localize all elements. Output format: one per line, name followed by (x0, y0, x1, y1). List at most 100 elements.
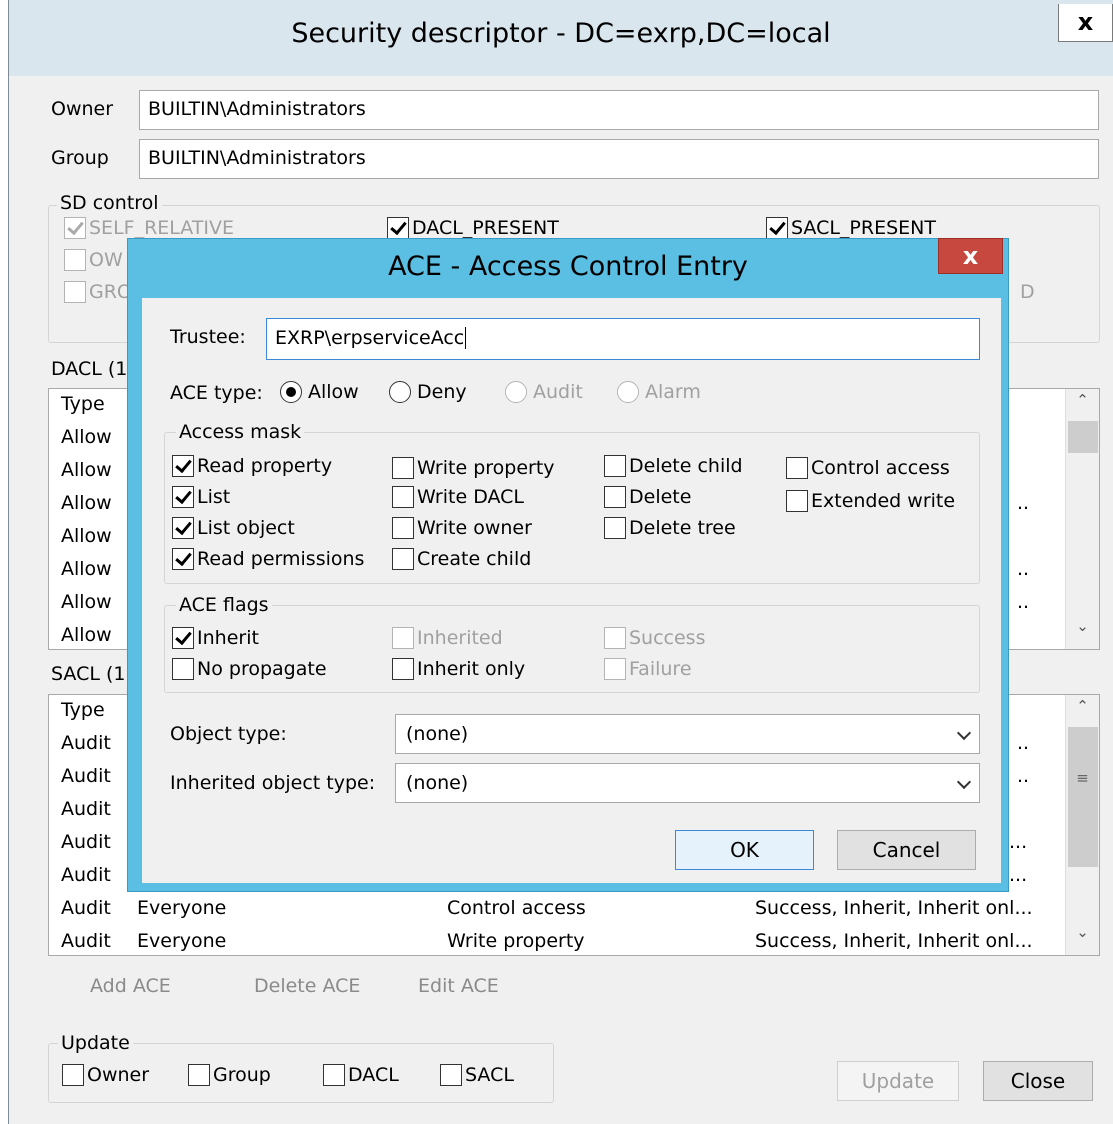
checkbox-label: Inherited (417, 627, 503, 649)
checkbox-label: Inherit only (417, 658, 526, 680)
checkbox-label: Delete child (629, 455, 743, 477)
trustee-input[interactable]: EXRP\erpserviceAcc (266, 318, 980, 360)
mask-delete-child-checkbox[interactable]: Delete child (604, 455, 743, 477)
flag-no-propagate-checkbox[interactable]: No propagate (172, 658, 327, 680)
checkbox-box[interactable] (604, 455, 626, 477)
mask-extended-write-checkbox[interactable]: Extended write (786, 490, 955, 512)
checkbox-box[interactable] (392, 517, 414, 539)
mask-delete-checkbox[interactable]: Delete (604, 486, 691, 508)
object-type-label: Object type: (170, 723, 287, 745)
scroll-down-icon[interactable]: ⌄ (1066, 923, 1099, 953)
scroll-up-icon[interactable]: ⌃ (1066, 697, 1099, 727)
flag-inherit-checkbox[interactable]: Inherit (172, 627, 259, 649)
radio-circle (505, 381, 527, 403)
checkbox-label: Create child (417, 548, 532, 570)
window-title: Security descriptor - DC=exrp,DC=local (291, 18, 831, 49)
sd-owner-defaulted-checkbox: OW (64, 249, 123, 271)
checkbox-box (392, 627, 414, 649)
checkbox-box[interactable] (188, 1064, 210, 1086)
checkbox-label: DACL_PRESENT (412, 217, 559, 239)
checkbox-box[interactable] (172, 455, 194, 477)
checkbox-box[interactable] (172, 627, 194, 649)
scroll-up-icon[interactable]: ⌃ (1066, 391, 1099, 421)
mask-read-property-checkbox[interactable]: Read property (172, 455, 332, 477)
scroll-down-icon[interactable]: ⌄ (1066, 617, 1099, 647)
checkbox-box[interactable] (392, 486, 414, 508)
ok-button[interactable]: OK (675, 830, 814, 870)
sacl-scrollbar[interactable]: ⌃ ≡ ⌄ (1065, 695, 1099, 955)
checkbox-box[interactable] (392, 457, 414, 479)
group-field[interactable]: BUILTIN\Administrators (139, 139, 1099, 179)
sd-sacl-present-checkbox[interactable]: SACL_PRESENT (766, 217, 936, 239)
checkbox-box (604, 627, 626, 649)
checkbox-box[interactable] (172, 517, 194, 539)
mask-write-property-checkbox[interactable]: Write property (392, 457, 555, 479)
update-owner-checkbox[interactable]: Owner (62, 1064, 149, 1086)
delete-ace-button[interactable]: Delete ACE (254, 975, 360, 997)
ace-close-button[interactable]: x (938, 238, 1003, 274)
cancel-button[interactable]: Cancel (837, 830, 976, 870)
update-button[interactable]: Update (837, 1061, 959, 1101)
radio-circle[interactable] (389, 381, 411, 403)
checkbox-label: List (197, 486, 231, 508)
checkbox-box[interactable] (440, 1064, 462, 1086)
checkbox-box[interactable] (172, 548, 194, 570)
checkbox-box[interactable] (786, 457, 808, 479)
checkbox-box[interactable] (392, 548, 414, 570)
object-type-value: (none) (406, 723, 469, 745)
checkbox-box[interactable] (323, 1064, 345, 1086)
window-close-button[interactable]: x (1058, 4, 1113, 42)
radio-circle[interactable] (280, 381, 302, 403)
update-dacl-checkbox[interactable]: DACL (323, 1064, 399, 1086)
column-header-type[interactable]: Type (61, 699, 105, 721)
checkbox-box[interactable] (172, 658, 194, 680)
ace-dialog-title: ACE - Access Control Entry (388, 251, 748, 282)
sd-hidden-flag-label: D (1020, 281, 1035, 303)
mask-write-dacl-checkbox[interactable]: Write DACL (392, 486, 524, 508)
text-caret (465, 327, 467, 349)
scrollbar-thumb[interactable] (1068, 421, 1098, 453)
update-sacl-checkbox[interactable]: SACL (440, 1064, 514, 1086)
update-group-checkbox[interactable]: Group (188, 1064, 271, 1086)
ace-type-deny-radio[interactable]: Deny (389, 381, 467, 403)
checkbox-label: Write property (417, 457, 555, 479)
checkbox-box[interactable] (392, 658, 414, 680)
table-row[interactable]: Audit Everyone Control access Success, Inhe… (49, 893, 1059, 926)
mask-read-permissions-checkbox[interactable]: Read permissions (172, 548, 364, 570)
checkbox-box[interactable] (766, 217, 788, 239)
checkbox-label: SELF_RELATIVE (89, 217, 235, 239)
checkbox-box[interactable] (387, 217, 409, 239)
checkbox-box[interactable] (62, 1064, 84, 1086)
mask-list-checkbox[interactable]: List (172, 486, 230, 508)
mask-delete-tree-checkbox[interactable]: Delete tree (604, 517, 736, 539)
checkbox-box[interactable] (604, 517, 626, 539)
close-button[interactable]: Close (983, 1061, 1093, 1101)
object-type-select[interactable]: (none) (395, 714, 980, 754)
inherited-object-type-label: Inherited object type: (170, 772, 376, 794)
add-ace-button[interactable]: Add ACE (90, 975, 171, 997)
checkbox-label: Group (213, 1064, 271, 1086)
inherited-object-type-select[interactable]: (none) (395, 763, 980, 803)
checkbox-box[interactable] (604, 486, 626, 508)
mask-create-child-checkbox[interactable]: Create child (392, 548, 531, 570)
mask-list-object-checkbox[interactable]: List object (172, 517, 295, 539)
owner-field[interactable]: BUILTIN\Administrators (139, 90, 1099, 130)
checkbox-label: OW (89, 249, 123, 271)
ace-flags-title: ACE flags (176, 594, 272, 616)
edit-ace-button[interactable]: Edit ACE (418, 975, 499, 997)
table-row[interactable]: Audit Everyone Write property Success, Inhe… (49, 926, 1059, 955)
checkbox-box[interactable] (172, 486, 194, 508)
ace-type-allow-radio[interactable]: Allow (280, 381, 359, 403)
dacl-scrollbar[interactable]: ⌃ ⌄ (1065, 389, 1099, 649)
radio-circle (617, 381, 639, 403)
mask-control-access-checkbox[interactable]: Control access (786, 457, 950, 479)
trustee-label: Trustee: (170, 326, 246, 348)
mask-write-owner-checkbox[interactable]: Write owner (392, 517, 532, 539)
flag-inherit-only-checkbox[interactable]: Inherit only (392, 658, 525, 680)
checkbox-label: DACL (348, 1064, 399, 1086)
sd-dacl-present-checkbox[interactable]: DACL_PRESENT (387, 217, 559, 239)
sd-self-relative-checkbox: SELF_RELATIVE (64, 217, 234, 239)
column-header-type[interactable]: Type (61, 393, 105, 415)
checkbox-box[interactable] (786, 490, 808, 512)
checkbox-label: Control access (811, 457, 950, 479)
